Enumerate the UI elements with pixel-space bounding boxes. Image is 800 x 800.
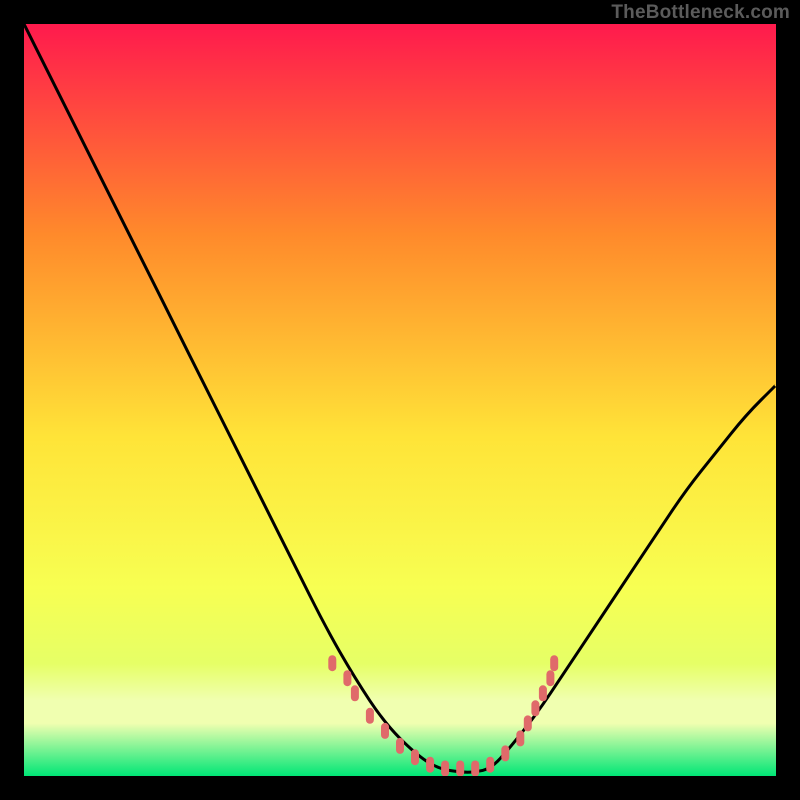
curve-marker (471, 761, 479, 777)
gradient-background (24, 24, 776, 776)
curve-marker (524, 715, 532, 731)
curve-marker (411, 749, 419, 765)
curve-marker (328, 655, 336, 671)
curve-marker (531, 700, 539, 716)
curve-marker (486, 757, 494, 773)
curve-marker (351, 685, 359, 701)
chart-frame: TheBottleneck.com (0, 0, 800, 800)
curve-marker (456, 761, 464, 777)
watermark-text: TheBottleneck.com (611, 2, 790, 24)
curve-marker (501, 745, 509, 761)
curve-marker (516, 730, 524, 746)
curve-marker (441, 761, 449, 777)
curve-marker (539, 685, 547, 701)
curve-marker (381, 723, 389, 739)
curve-marker (343, 670, 351, 686)
curve-marker (546, 670, 554, 686)
curve-marker (396, 738, 404, 754)
curve-marker (366, 708, 374, 724)
curve-marker (426, 757, 434, 773)
chart-svg (24, 24, 776, 776)
plot-area (24, 24, 776, 776)
curve-marker (550, 655, 558, 671)
